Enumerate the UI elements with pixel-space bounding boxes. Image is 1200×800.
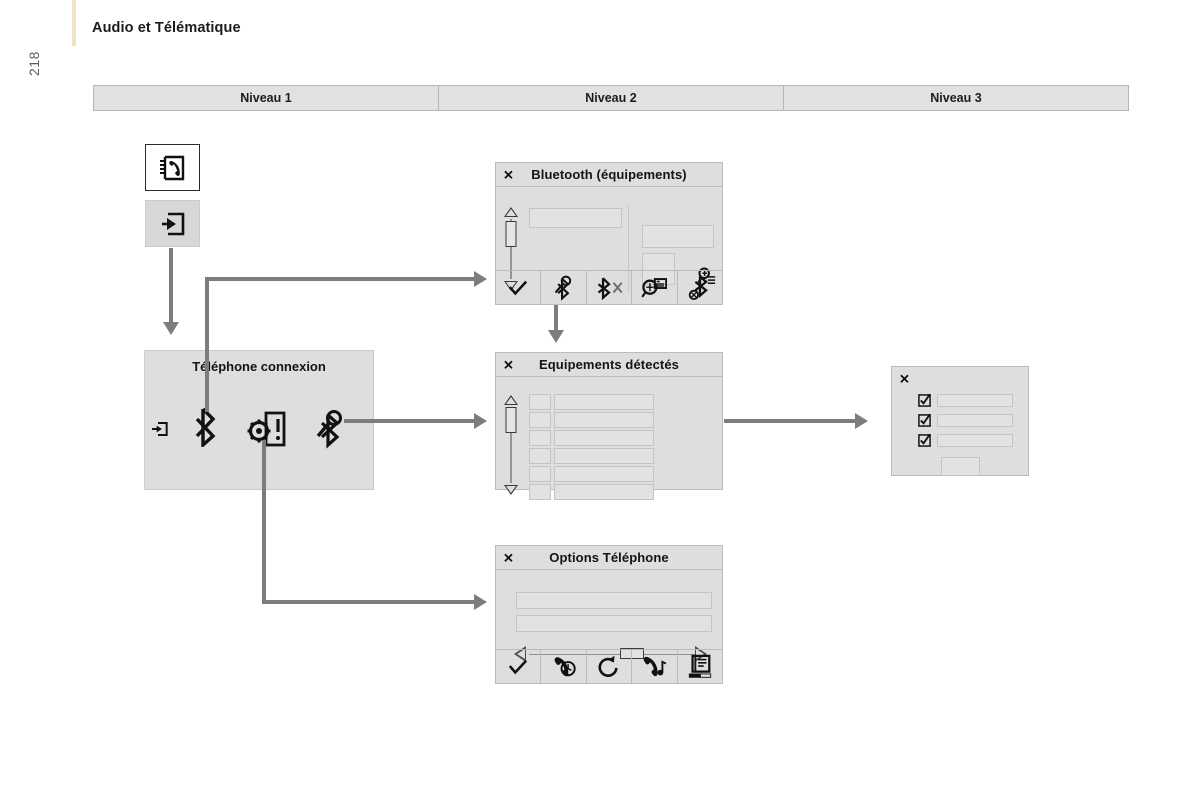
scroll-down-icon[interactable]: [504, 485, 518, 495]
confirm-button[interactable]: [941, 457, 980, 476]
device-select-dialog[interactable]: ✕: [891, 366, 1029, 476]
connector-arrowhead-down-2: [548, 330, 564, 343]
connector-phoneconn-vertical: [205, 277, 209, 412]
connector-bluetooth-to-detected: [554, 305, 558, 332]
phone-connection-title: Téléphone connexion: [192, 359, 326, 374]
list-row-label-4[interactable]: [554, 448, 654, 464]
phone-options-field-2[interactable]: [516, 615, 712, 632]
checkbox-row-field-1[interactable]: [937, 394, 1013, 407]
scroll-thumb[interactable]: [505, 407, 517, 433]
phonebook-icon: [157, 152, 189, 184]
phone-connection-node[interactable]: Téléphone connexion: [144, 350, 374, 490]
bluetooth-icon: [192, 407, 220, 447]
bluetooth-disconnect-icon[interactable]: [678, 271, 722, 304]
phone-options-titlebar: ✕ Options Téléphone: [496, 546, 722, 570]
enter-tile[interactable]: [145, 200, 200, 247]
close-icon[interactable]: ✕: [503, 358, 514, 371]
phone-options-field-1[interactable]: [516, 592, 712, 609]
phone-settings-icon: [246, 411, 288, 447]
list-row-label-2[interactable]: [554, 412, 654, 428]
checkbox-icon[interactable]: [918, 434, 931, 447]
list-row-label-5[interactable]: [554, 466, 654, 482]
accent-bar: [72, 0, 76, 46]
scroll-up-icon[interactable]: [504, 395, 518, 405]
connector-settings-vertical: [262, 440, 266, 604]
scroll-thumb[interactable]: [505, 221, 517, 247]
bluetooth-field-1[interactable]: [529, 208, 622, 228]
phonebook-tile[interactable]: [145, 144, 200, 191]
search-info-icon[interactable]: [632, 271, 678, 304]
checkbox-icon[interactable]: [918, 394, 931, 407]
connector-settings-to-options: [262, 600, 478, 604]
checkbox-row-field-3[interactable]: [937, 434, 1013, 447]
bluetooth-off-icon[interactable]: [587, 271, 633, 304]
connector-phoneconn-to-detected: [344, 419, 478, 423]
list-row-check-4[interactable]: [529, 448, 551, 464]
list-row-check-2[interactable]: [529, 412, 551, 428]
detected-devices-title: Equipements détectés: [539, 357, 679, 372]
detected-devices-dialog[interactable]: ✕ Equipements détectés: [495, 352, 723, 500]
connector-arrowhead-right-4: [474, 594, 487, 610]
level-column-1: Niveau 1: [94, 86, 439, 110]
enter-arrow-icon: [150, 419, 170, 439]
phone-options-dialog[interactable]: ✕ Options Téléphone: [495, 545, 723, 684]
ringtone-icon[interactable]: [632, 650, 678, 683]
phonebook-sync-icon[interactable]: [678, 650, 722, 683]
connector-enter-to-phone-connection: [169, 248, 173, 323]
checkbox-row-1[interactable]: [918, 394, 1013, 407]
list-row-label-3[interactable]: [554, 430, 654, 446]
phone-options-toolbar[interactable]: [496, 649, 722, 683]
connector-arrowhead-right-3: [855, 413, 868, 429]
close-icon[interactable]: ✕: [503, 168, 514, 181]
level-header-row: Niveau 1 Niveau 2 Niveau 3: [93, 85, 1129, 111]
bluetooth-dialog-title: Bluetooth (équipements): [531, 167, 687, 182]
connector-phoneconn-to-bluetooth: [205, 277, 477, 281]
list-row-check-5[interactable]: [529, 466, 551, 482]
close-icon[interactable]: ✕: [899, 373, 910, 386]
list-row-check-1[interactable]: [529, 394, 551, 410]
bluetooth-search-icon[interactable]: [541, 271, 587, 304]
phone-options-title: Options Téléphone: [549, 550, 669, 565]
bluetooth-dialog[interactable]: ✕ Bluetooth (équipements): [495, 162, 723, 305]
page-number: 218: [26, 51, 42, 76]
enter-arrow-icon: [158, 209, 188, 239]
detected-scrollbar[interactable]: [500, 395, 522, 495]
detected-devices-titlebar: ✕ Equipements détectés: [496, 353, 722, 377]
confirm-icon[interactable]: [496, 271, 542, 304]
connector-arrowhead-right: [474, 271, 487, 287]
checkbox-row-2[interactable]: [918, 414, 1013, 427]
checkbox-row-3[interactable]: [918, 434, 1013, 447]
redial-icon[interactable]: [587, 650, 633, 683]
page-title: Audio et Télématique: [92, 20, 241, 36]
connector-detected-to-select: [724, 419, 858, 423]
level-column-2: Niveau 2: [439, 86, 784, 110]
connector-arrowhead-right-2: [474, 413, 487, 429]
close-icon[interactable]: ✕: [503, 551, 514, 564]
scroll-up-icon[interactable]: [504, 207, 518, 217]
list-row-label-6[interactable]: [554, 484, 654, 500]
list-row-label-1[interactable]: [554, 394, 654, 410]
connector-arrowhead-down: [163, 322, 179, 335]
call-timer-icon[interactable]: [541, 650, 587, 683]
bluetooth-dialog-toolbar[interactable]: [496, 270, 722, 304]
list-row-check-6[interactable]: [529, 484, 551, 500]
bluetooth-search-icon: [312, 409, 350, 449]
bluetooth-field-2[interactable]: [642, 225, 714, 248]
bluetooth-dialog-titlebar: ✕ Bluetooth (équipements): [496, 163, 722, 187]
list-row-check-3[interactable]: [529, 430, 551, 446]
confirm-icon[interactable]: [496, 650, 542, 683]
checkbox-row-field-2[interactable]: [937, 414, 1013, 427]
level-column-3: Niveau 3: [930, 91, 982, 105]
checkbox-icon[interactable]: [918, 414, 931, 427]
